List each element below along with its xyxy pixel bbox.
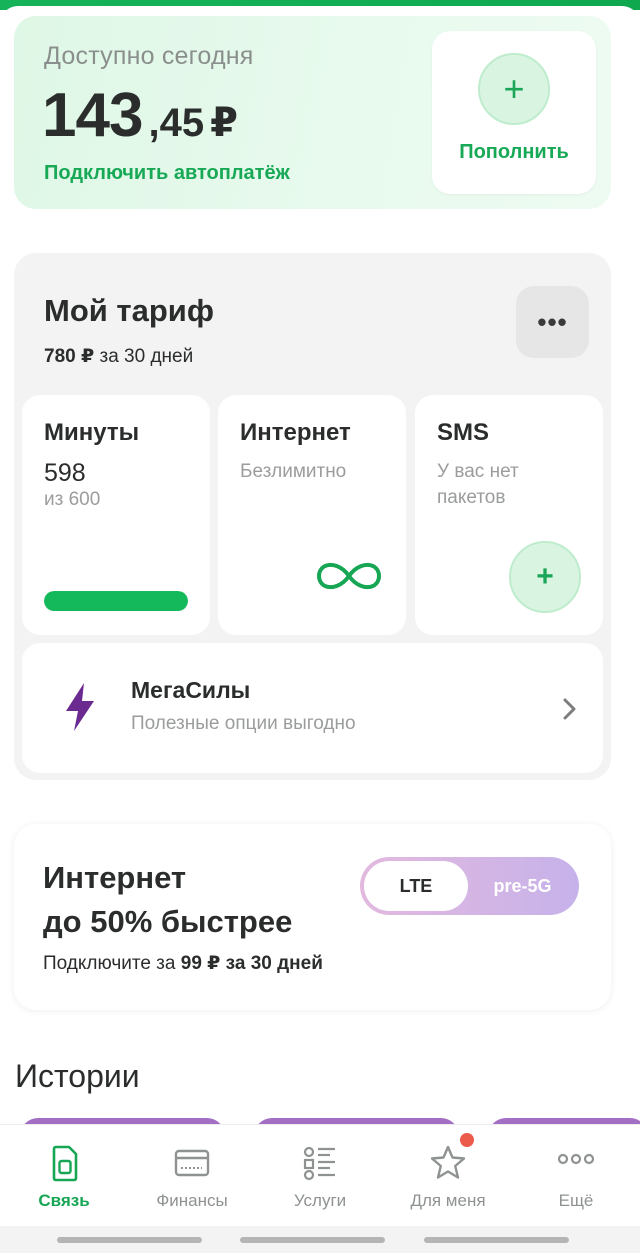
toggle-option-pre5g[interactable]: pre-5G: [470, 861, 575, 911]
tariff-period: за 30 дней: [99, 346, 194, 367]
megasily-row[interactable]: МегаСилы Полезные опции выгодно: [22, 643, 603, 773]
infinity-icon: [317, 562, 381, 590]
balance-amount: 143 ,45 ₽: [42, 80, 238, 151]
star-icon: [430, 1145, 466, 1179]
tariff-block: Мой тариф 780 ₽ за 30 дней ••• Минуты 59…: [14, 253, 611, 780]
nav-label: Связь: [38, 1191, 90, 1210]
card-icon: [174, 1149, 210, 1177]
tariff-title: Мой тариф: [44, 293, 214, 328]
pack-title: Интернет: [240, 419, 351, 446]
promo-title: Интернет до 50% быстрее: [43, 856, 343, 944]
tariff-price: 780 ₽ за 30 дней: [44, 345, 193, 368]
plus-icon: +: [536, 560, 554, 593]
promo-sub-prefix: Подключите за: [43, 953, 176, 974]
pack-value: 598: [44, 459, 86, 487]
nav-label: Для меня: [410, 1191, 486, 1210]
gesture-pill[interactable]: [424, 1237, 569, 1243]
stories-title: Истории: [15, 1058, 140, 1094]
pack-minutes[interactable]: Минуты 598 из 600: [22, 395, 210, 635]
promo-title-line2: до 50% быстрее: [43, 904, 293, 939]
notification-badge: [460, 1133, 474, 1147]
nav-label: Ещё: [558, 1191, 594, 1210]
balance-currency: ₽: [210, 101, 238, 145]
network-toggle[interactable]: LTE pre-5G: [360, 857, 579, 915]
topup-button[interactable]: + Пополнить: [432, 31, 596, 194]
promo-subtitle: Подключите за 99 ₽ за 30 дней: [43, 952, 323, 975]
autopay-link[interactable]: Подключить автоплатёж: [44, 162, 290, 185]
gesture-pill[interactable]: [240, 1237, 385, 1243]
megasily-subtitle: Полезные опции выгодно: [131, 713, 356, 734]
nav-item-for-me[interactable]: Для меня: [384, 1125, 512, 1227]
promo-5g-card[interactable]: Интернет до 50% быстрее Подключите за 99…: [14, 824, 611, 1010]
balance-integer: 143: [42, 81, 143, 150]
balance-card: Доступно сегодня 143 ,45 ₽ Подключить ав…: [14, 16, 611, 209]
pack-desc: У вас нет пакетов: [437, 461, 519, 508]
bottom-navigation: Связь Финансы Услуги Для меня Ещё: [0, 1124, 640, 1226]
tariff-more-button[interactable]: •••: [516, 286, 589, 358]
minutes-progress-bar: [44, 591, 188, 611]
promo-title-line1: Интернет: [43, 860, 187, 895]
lightning-icon: [66, 683, 94, 731]
nav-item-more[interactable]: Ещё: [512, 1125, 640, 1227]
topup-label: Пополнить: [459, 141, 569, 163]
pack-desc: Безлимитно: [240, 461, 347, 482]
list-icon: [303, 1146, 335, 1181]
tariff-price-value: 780 ₽: [44, 346, 95, 367]
balance-caption: Доступно сегодня: [44, 42, 254, 70]
pack-title: SMS: [437, 419, 490, 446]
toggle-option-lte[interactable]: LTE: [364, 861, 468, 911]
more-dots-icon: •••: [537, 306, 568, 337]
balance-fraction: ,45: [148, 101, 205, 145]
nav-item-services[interactable]: Услуги: [256, 1125, 384, 1227]
system-gesture-bar: [0, 1226, 640, 1253]
nav-item-svyaz[interactable]: Связь: [0, 1125, 128, 1227]
sms-add-button[interactable]: +: [509, 541, 581, 613]
promo-sub-price: 99 ₽ за 30 дней: [180, 953, 323, 974]
megasily-title: МегаСилы: [131, 677, 251, 703]
more-dots-icon: [557, 1153, 595, 1165]
pack-title: Минуты: [44, 419, 140, 446]
nav-label: Финансы: [156, 1191, 228, 1210]
pack-internet[interactable]: Интернет Безлимитно: [218, 395, 406, 635]
plus-icon: +: [478, 53, 550, 125]
pack-sms[interactable]: SMS У вас нет пакетов +: [415, 395, 603, 635]
sim-card-icon: [52, 1145, 78, 1182]
chevron-right-icon: [563, 698, 576, 720]
pack-sub: из 600: [44, 489, 101, 510]
gesture-pill[interactable]: [57, 1237, 202, 1243]
nav-label: Услуги: [293, 1191, 347, 1210]
minutes-progress-fill: [44, 591, 188, 611]
nav-item-finance[interactable]: Финансы: [128, 1125, 256, 1227]
